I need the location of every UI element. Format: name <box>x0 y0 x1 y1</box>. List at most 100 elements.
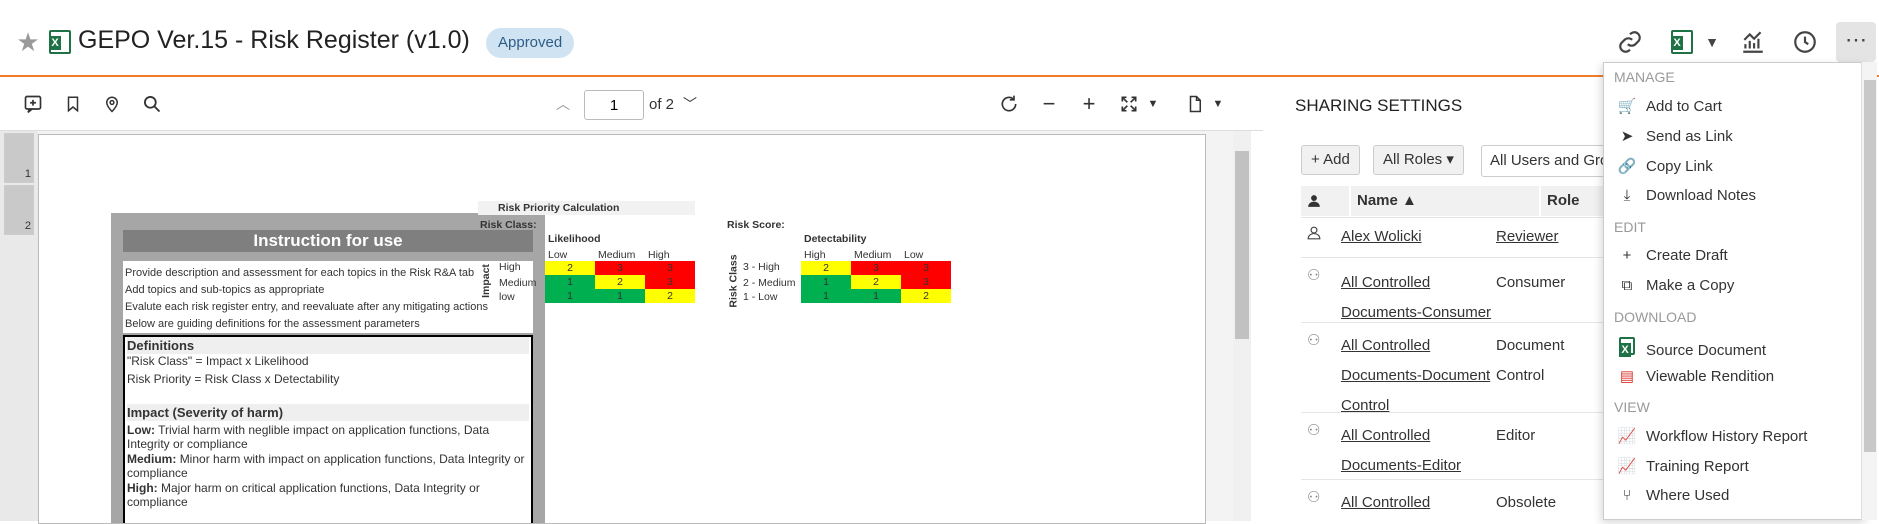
page-thumbnail[interactable]: 2 <box>4 185 34 235</box>
share-role: Obsolete <box>1496 494 1557 511</box>
risk-class-cell: 2 <box>645 289 695 303</box>
send-icon: ➤ <box>1620 128 1634 145</box>
roles-dropdown[interactable]: All Roles ▾ <box>1373 145 1464 175</box>
share-role: Consumer <box>1496 274 1566 291</box>
viewable-rendition-item[interactable]: ▤ Viewable Rendition <box>1614 367 1844 385</box>
menu-section-edit: EDIT <box>1614 219 1646 235</box>
page-count: of 2 <box>649 96 675 113</box>
training-report-item[interactable]: 📈 Training Report <box>1614 457 1844 475</box>
chevron-down-icon[interactable]: ▼ <box>1205 91 1231 117</box>
risk-score-cell: 2 <box>851 275 901 289</box>
zoom-in-icon[interactable]: + <box>1076 91 1102 117</box>
copy-icon: ⧉ <box>1621 277 1633 294</box>
clock-icon[interactable] <box>1787 24 1823 60</box>
scrollbar-thumb[interactable] <box>1235 151 1249 339</box>
chevron-down-icon[interactable]: ▼ <box>1700 24 1724 60</box>
chart-icon: 📈 <box>1617 428 1637 445</box>
group-icon: ⚇ <box>1307 489 1321 506</box>
impact-axis-label: Impact <box>479 264 492 298</box>
fit-screen-icon[interactable] <box>1116 91 1142 117</box>
share-name[interactable]: Documents-Document <box>1341 361 1490 391</box>
page-title: GEPO Ver.15 - Risk Register (v1.0) <box>78 26 470 54</box>
chevron-up-icon[interactable]: ︿ <box>550 91 576 117</box>
add-to-cart-item[interactable]: 🛒 Add to Cart <box>1614 97 1844 115</box>
definitions-heading: Definitions <box>127 337 529 354</box>
user-icon <box>1307 226 1321 244</box>
name-column-header[interactable]: Name ▲ <box>1351 186 1539 216</box>
risk-class-cell: 2 <box>545 261 595 275</box>
definitions-box: Definitions "Risk Class" = Impact x Like… <box>123 335 533 523</box>
risk-score-cell: 2 <box>901 289 951 303</box>
sharing-settings-panel: SHARING SETTINGS + Add All Roles ▾ All U… <box>1275 79 1631 521</box>
share-name[interactable]: All Controlled <box>1341 421 1430 451</box>
table-row: ⚇ All Controlled Documents-Consumer Cons… <box>1301 257 1611 322</box>
sharing-title: SHARING SETTINGS <box>1295 96 1463 115</box>
share-name[interactable]: All Controlled <box>1341 331 1430 361</box>
share-name[interactable]: Alex Wolicki <box>1341 222 1422 252</box>
page-thumbnail[interactable]: 1 <box>4 133 34 183</box>
menu-scrollbar[interactable] <box>1861 62 1877 520</box>
pdf-icon: ▤ <box>1619 368 1635 385</box>
send-as-link-item[interactable]: ➤ Send as Link <box>1614 127 1844 145</box>
menu-section-download: DOWNLOAD <box>1614 309 1697 325</box>
chart-icon: 📈 <box>1617 458 1637 475</box>
detectability-label: Detectability <box>804 233 867 245</box>
plus-icon: + <box>1622 247 1632 264</box>
risk-class-cell: 1 <box>545 289 595 303</box>
page-number-input[interactable] <box>584 90 644 120</box>
add-button[interactable]: + Add <box>1301 145 1360 175</box>
star-icon[interactable]: ★ <box>10 24 46 60</box>
location-pin-icon[interactable] <box>99 91 125 117</box>
risk-class-title: Risk Class: <box>480 219 537 231</box>
risk-class-cell: 3 <box>645 275 695 289</box>
download-icon: ⤓ <box>1623 187 1631 204</box>
share-name[interactable]: All Controlled <box>1341 268 1430 298</box>
risk-score-cell: 3 <box>851 261 901 275</box>
branch-icon: ⑂ <box>1622 487 1632 504</box>
document-header: ★ GEPO Ver.15 - Risk Register (v1.0) App… <box>0 0 1879 77</box>
add-comment-icon[interactable] <box>20 91 46 117</box>
more-options-icon[interactable]: ⋯ <box>1836 22 1876 62</box>
instruction-title: Instruction for use <box>123 230 533 252</box>
chart-icon[interactable] <box>1735 24 1771 60</box>
share-name[interactable]: All Controlled <box>1341 488 1430 518</box>
download-notes-item[interactable]: ⤓ Download Notes <box>1614 187 1844 204</box>
zoom-out-icon[interactable]: − <box>1036 91 1062 117</box>
table-row: Alex Wolicki Reviewer <box>1301 217 1611 257</box>
risk-score-cell: 3 <box>901 261 951 275</box>
excel-download-icon[interactable] <box>1664 24 1700 60</box>
group-icon: ⚇ <box>1307 422 1321 439</box>
link-icon: 🔗 <box>1617 158 1637 175</box>
menu-section-manage: MANAGE <box>1614 69 1675 85</box>
copy-link-item[interactable]: 🔗 Copy Link <box>1614 157 1844 175</box>
group-icon: ⚇ <box>1307 332 1321 349</box>
thumbnail-strip: 1 2 <box>0 131 38 521</box>
chevron-down-icon[interactable]: ▼ <box>1140 91 1166 117</box>
make-copy-item[interactable]: ⧉ Make a Copy <box>1614 277 1844 294</box>
viewer-scrollbar[interactable] <box>1233 131 1251 521</box>
role-column-header[interactable]: Role <box>1541 186 1605 216</box>
rotate-icon[interactable] <box>996 91 1022 117</box>
likelihood-label: Likelihood <box>548 233 601 245</box>
excel-icon <box>1614 337 1640 359</box>
document-viewer: Instruction for use Provide description … <box>38 131 1233 524</box>
share-name[interactable]: Documents-Editor <box>1341 451 1461 481</box>
link-icon[interactable] <box>1612 24 1648 60</box>
source-document-item[interactable]: Source Document <box>1614 337 1844 359</box>
viewer-toolbar: ︿ of 2 ﹀ − + ▼ ▼ <box>0 79 1263 131</box>
risk-class-cell: 2 <box>595 275 645 289</box>
instruction-list: Provide description and assessment for e… <box>123 261 533 333</box>
workflow-history-item[interactable]: 📈 Workflow History Report <box>1614 427 1844 445</box>
bookmark-icon[interactable] <box>60 91 86 117</box>
more-options-menu: MANAGE 🛒 Add to Cart ➤ Send as Link 🔗 Copy … <box>1603 62 1867 520</box>
create-draft-item[interactable]: + Create Draft <box>1614 247 1844 264</box>
risk-priority-title: Risk Priority Calculation <box>498 202 620 214</box>
excel-file-icon <box>42 24 78 60</box>
chevron-down-icon[interactable]: ﹀ <box>677 91 703 117</box>
risk-class-cell: 3 <box>645 261 695 275</box>
where-used-item[interactable]: ⑂ Where Used <box>1614 487 1844 504</box>
risk-score-title: Risk Score: <box>727 219 785 231</box>
user-type-column <box>1301 186 1349 216</box>
search-icon[interactable] <box>139 91 165 117</box>
menu-scrollbar-thumb[interactable] <box>1864 80 1876 452</box>
